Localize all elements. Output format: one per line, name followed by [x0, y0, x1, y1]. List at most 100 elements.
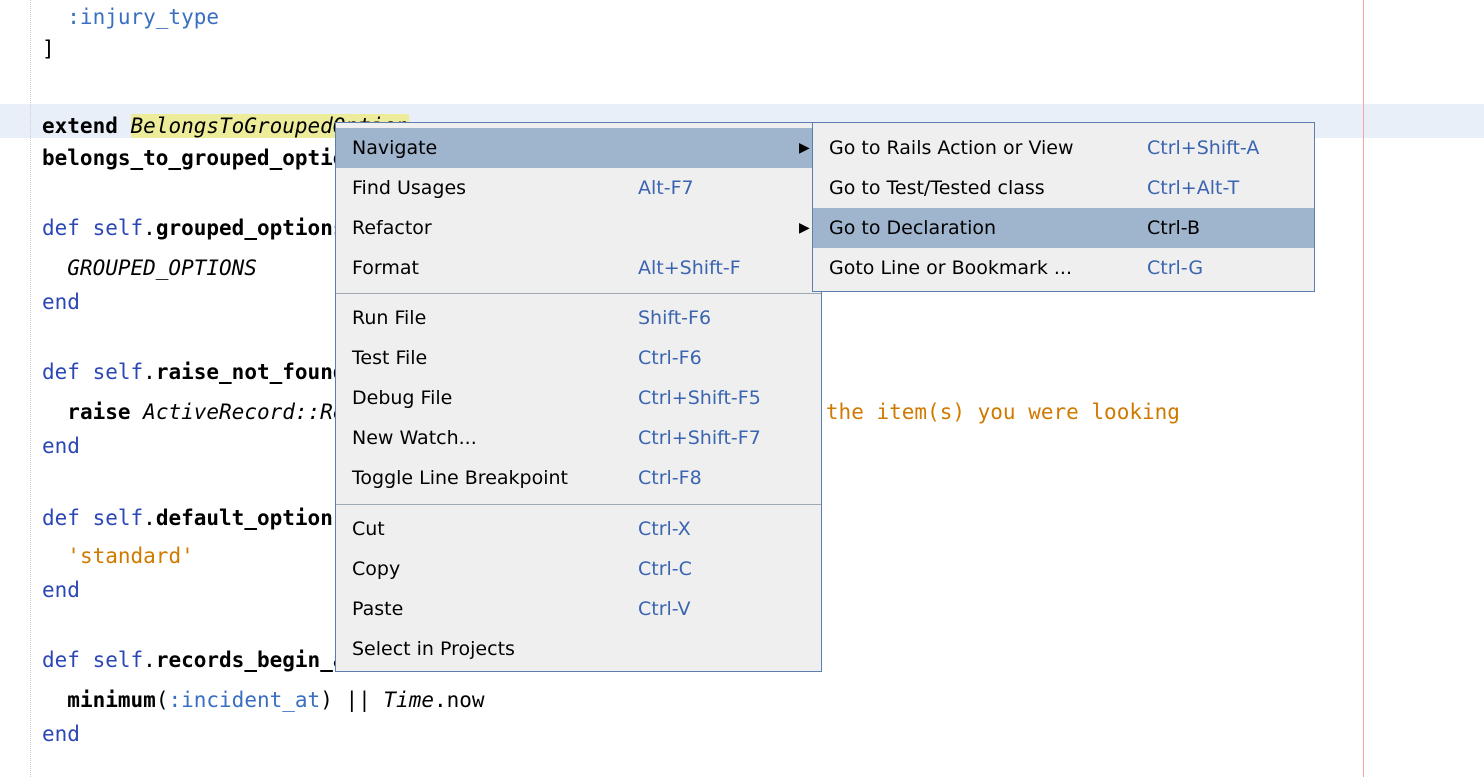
menu-item-label: Paste — [352, 598, 404, 620]
code-line[interactable]: :injury_type — [42, 2, 219, 32]
menu-item-debug-file[interactable]: Debug File Ctrl+Shift-F5 — [336, 378, 821, 418]
code-token: grouped_options — [155, 216, 346, 240]
code-line[interactable]: ] — [42, 34, 55, 64]
code-token: self — [92, 360, 144, 384]
menu-item-label: Format — [352, 257, 419, 279]
code-token: records_begin_at — [155, 648, 359, 672]
menu-item-shortcut: Ctrl+Alt-T — [1147, 177, 1240, 199]
menu-item-shortcut: Alt+Shift-F — [638, 257, 741, 279]
right-margin-line — [1363, 0, 1364, 777]
code-token: self — [92, 506, 144, 530]
code-token: minimum — [67, 688, 156, 712]
menu-item-format[interactable]: Format Alt+Shift-F — [336, 248, 821, 288]
menu-item-label: Go to Rails Action or View — [829, 137, 1074, 159]
code-line[interactable]: def self.records_begin_at — [42, 645, 358, 675]
code-token: default_option — [155, 506, 333, 530]
code-token: ] — [42, 37, 55, 61]
code-line[interactable]: 'standard' — [42, 541, 193, 571]
menu-item-label: Goto Line or Bookmark ... — [829, 257, 1072, 279]
menu-separator — [336, 504, 821, 505]
submenu-item-go-to-test-tested-class[interactable]: Go to Test/Tested class Ctrl+Alt-T — [813, 168, 1314, 208]
submenu-item-go-to-rails-action-or-view[interactable]: Go to Rails Action or View Ctrl+Shift-A — [813, 128, 1314, 168]
code-token: self — [92, 216, 144, 240]
menu-item-shortcut: Ctrl+Shift-A — [1147, 137, 1260, 159]
code-line[interactable]: def self.default_option — [42, 503, 333, 533]
code-token: :injury_type — [42, 5, 220, 29]
menu-item-shortcut: Ctrl-F8 — [638, 467, 702, 489]
code-line[interactable]: belongs_to_grouped_option — [42, 143, 358, 173]
code-token: self — [92, 648, 144, 672]
menu-item-label: Select in Projects — [352, 638, 515, 660]
code-token: GROUPED_OPTIONS — [42, 256, 257, 280]
menu-item-label: Test File — [352, 347, 428, 369]
code-token: end — [42, 290, 80, 314]
menu-item-new-watch[interactable]: New Watch... Ctrl+Shift-F7 — [336, 418, 821, 458]
code-line[interactable]: def self.raise_not_found — [42, 357, 345, 387]
menu-item-label: Run File — [352, 307, 427, 329]
code-token: :incident_at — [168, 688, 321, 712]
triangle-right-icon: ▶ — [799, 220, 810, 236]
code-token: extend — [42, 114, 118, 138]
menu-item-label: New Watch... — [352, 427, 477, 449]
code-token: ( — [155, 688, 169, 712]
submenu-item-go-to-declaration[interactable]: Go to Declaration Ctrl-B — [813, 208, 1314, 248]
code-line[interactable]: def self.grouped_options — [42, 213, 345, 243]
code-line[interactable]: GROUPED_OPTIONS — [42, 253, 257, 283]
menu-item-cut[interactable]: Cut Ctrl-X — [336, 509, 821, 549]
code-token: def — [42, 648, 80, 672]
code-token: .now — [433, 688, 485, 712]
menu-item-shortcut: Ctrl-G — [1147, 257, 1204, 279]
menu-item-shortcut: Shift-F6 — [638, 307, 712, 329]
code-token: def — [42, 506, 80, 530]
context-menu[interactable]: Navigate ▶ Find Usages Alt-F7 Refactor ▶ Forma… — [335, 122, 822, 672]
menu-item-test-file[interactable]: Test File Ctrl-F6 — [336, 338, 821, 378]
menu-item-label: Navigate — [352, 137, 438, 159]
menu-item-find-usages[interactable]: Find Usages Alt-F7 — [336, 168, 821, 208]
code-token: raise_not_found — [155, 360, 346, 384]
menu-item-label: Refactor — [352, 217, 432, 239]
menu-item-shortcut: Alt-F7 — [638, 177, 694, 199]
triangle-right-icon: ▶ — [799, 140, 810, 156]
menu-item-toggle-line-breakpoint[interactable]: Toggle Line Breakpoint Ctrl-F8 — [336, 458, 821, 498]
menu-item-run-file[interactable]: Run File Shift-F6 — [336, 298, 821, 338]
code-line[interactable]: end — [42, 431, 80, 461]
menu-separator — [336, 293, 821, 294]
code-token: def — [42, 216, 80, 240]
menu-item-label: Go to Declaration — [829, 217, 997, 239]
code-token: def — [42, 360, 80, 384]
menu-item-shortcut: Ctrl-C — [638, 558, 692, 580]
code-line[interactable]: end — [42, 719, 80, 749]
menu-item-shortcut: Ctrl-F6 — [638, 347, 702, 369]
menu-item-copy[interactable]: Copy Ctrl-C — [336, 549, 821, 589]
menu-item-shortcut: Ctrl+Shift-F7 — [638, 427, 761, 449]
code-token: . — [143, 506, 156, 530]
menu-item-label: Toggle Line Breakpoint — [352, 467, 568, 489]
submenu-item-goto-line-or-bookmark[interactable]: Goto Line or Bookmark ... Ctrl-G — [813, 248, 1314, 288]
code-token: raise — [67, 400, 131, 424]
code-line[interactable]: minimum(:incident_at) || Time.now — [42, 685, 485, 715]
menu-item-shortcut: Ctrl-V — [638, 598, 691, 620]
menu-item-shortcut: Ctrl-X — [638, 518, 691, 540]
menu-item-navigate[interactable]: Navigate ▶ — [336, 128, 821, 168]
menu-item-select-in-projects[interactable]: Select in Projects — [336, 629, 821, 669]
code-token: . — [143, 360, 156, 384]
menu-item-refactor[interactable]: Refactor ▶ — [336, 208, 821, 248]
menu-item-label: Debug File — [352, 387, 453, 409]
menu-item-shortcut: Ctrl+Shift-F5 — [638, 387, 761, 409]
navigate-submenu[interactable]: Go to Rails Action or View Ctrl+Shift-A Go… — [812, 122, 1315, 292]
code-token: end — [42, 434, 80, 458]
menu-item-label: Go to Test/Tested class — [829, 177, 1045, 199]
code-token: end — [42, 578, 80, 602]
menu-item-paste[interactable]: Paste Ctrl-V — [336, 589, 821, 629]
code-line[interactable]: end — [42, 575, 80, 605]
code-line[interactable]: end — [42, 287, 80, 317]
code-token: belongs_to_grouped_option — [42, 146, 359, 170]
